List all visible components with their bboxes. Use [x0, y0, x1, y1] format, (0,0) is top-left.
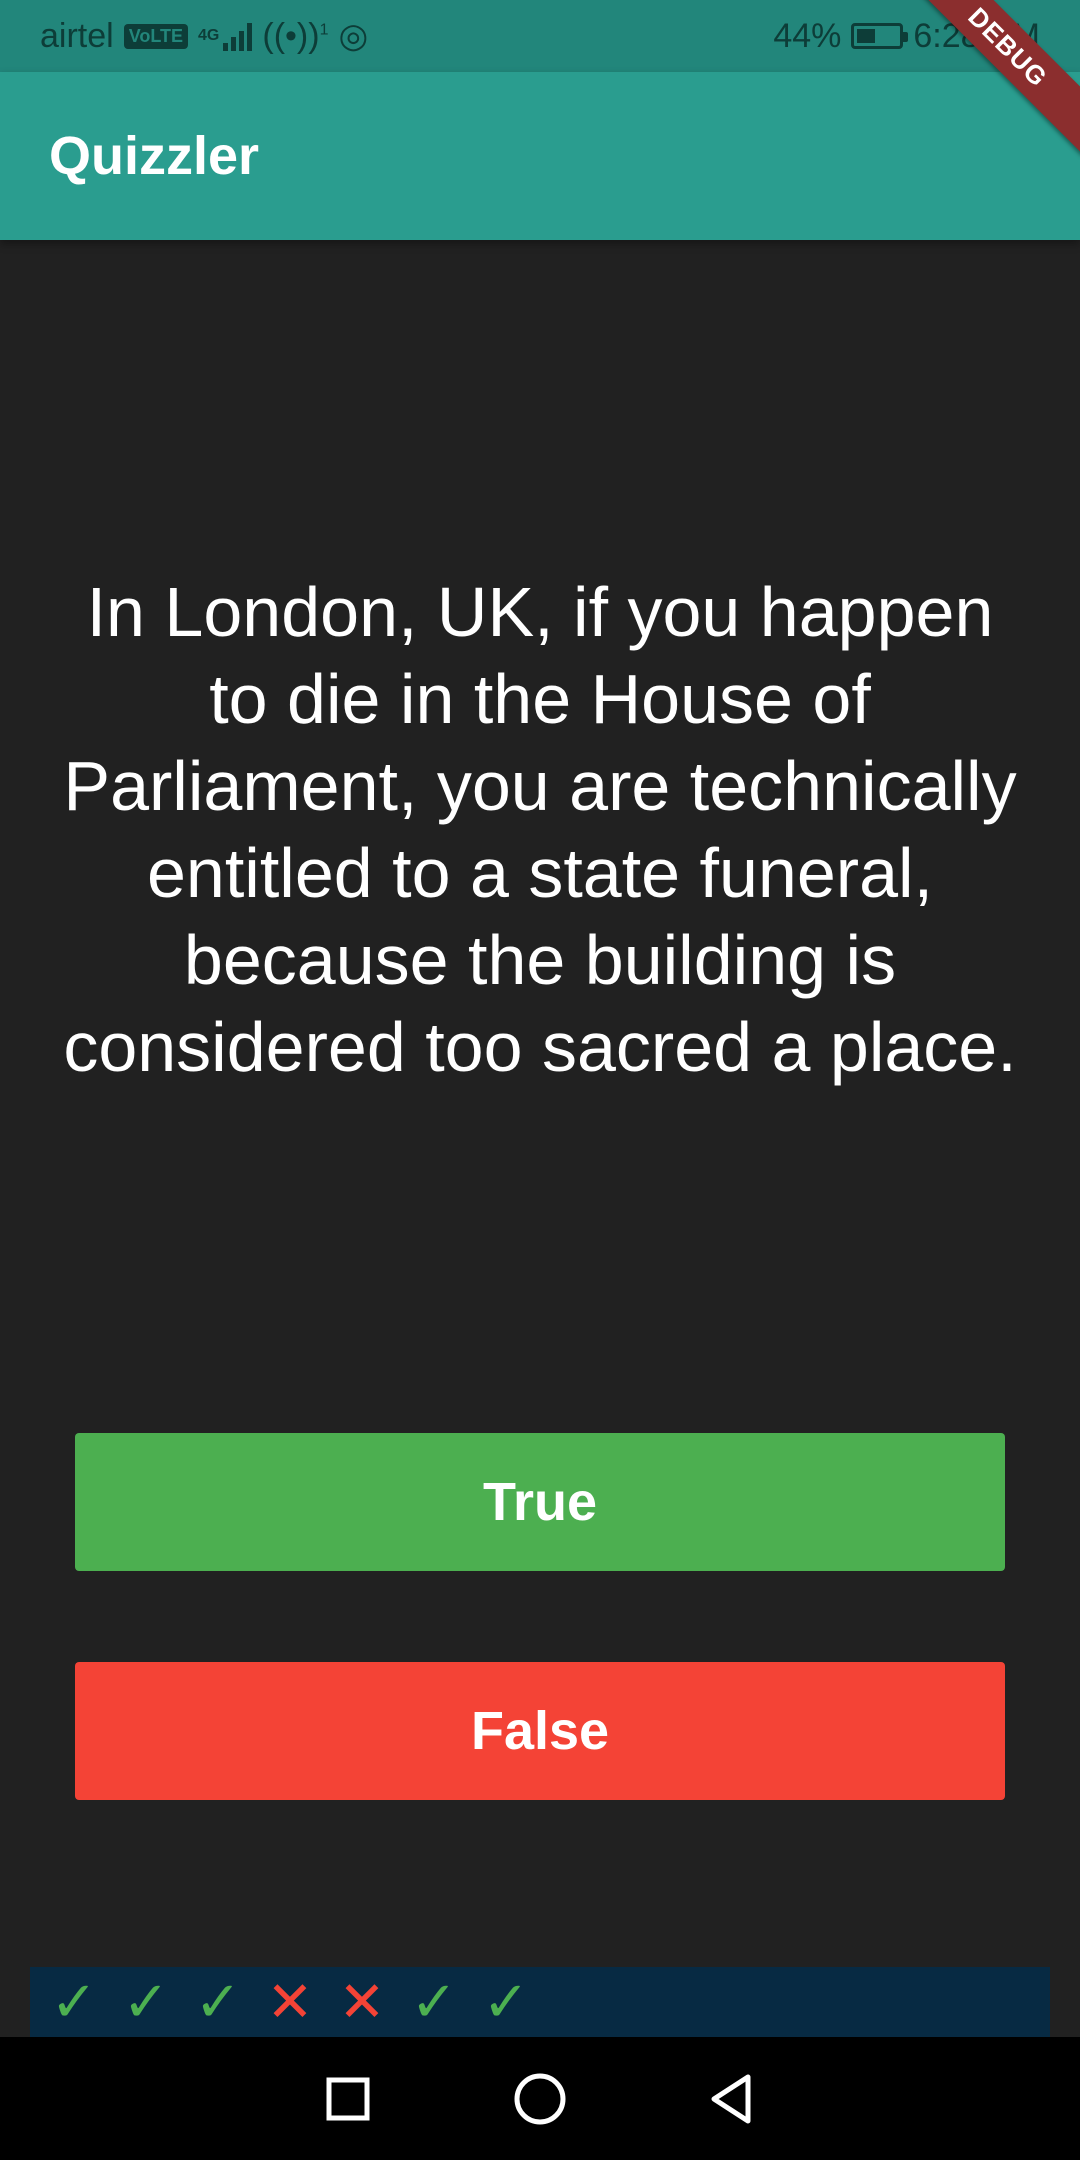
- question-area: In London, UK, if you happen to die in t…: [40, 240, 1040, 1420]
- battery-icon: [851, 23, 909, 49]
- back-button[interactable]: [702, 2069, 762, 2129]
- false-button[interactable]: False: [75, 1662, 1005, 1800]
- hotspot-icon: ((•))1: [262, 16, 329, 55]
- carrier-name: airtel: [40, 16, 114, 55]
- battery-percent: 44%: [773, 16, 842, 55]
- check-icon: ✓: [194, 1970, 242, 2033]
- battery-level: [857, 29, 876, 43]
- network-type: 4G: [198, 27, 220, 44]
- true-button[interactable]: True: [75, 1433, 1005, 1571]
- score-keeper: ✓ ✓ ✓ ✕ ✕ ✓ ✓: [30, 1967, 1050, 2037]
- status-bar: airtel VoLTE 4G ((•))1 ◎ 44% 6:28 PM: [0, 0, 1080, 72]
- check-icon: ✓: [50, 1970, 98, 2033]
- recents-icon: [326, 2077, 370, 2120]
- check-icon: ✓: [122, 1970, 170, 2033]
- close-icon: ✕: [266, 1970, 314, 2033]
- question-text: In London, UK, if you happen to die in t…: [63, 573, 1017, 1086]
- home-icon: [514, 2073, 566, 2124]
- hotspot-count: 1: [319, 21, 329, 39]
- volte-badge: VoLTE: [123, 23, 189, 49]
- navigation-bar: [0, 2037, 1080, 2160]
- close-icon: ✕: [338, 1970, 386, 2033]
- app-title: Quizzler: [49, 126, 260, 186]
- signal-icon: [223, 21, 253, 51]
- check-icon: ✓: [410, 1970, 458, 2033]
- data-saver-icon: ◎: [338, 17, 369, 55]
- recents-button[interactable]: [318, 2069, 378, 2129]
- check-icon: ✓: [482, 1970, 530, 2033]
- back-icon: [711, 2074, 751, 2123]
- app-bar: Quizzler: [0, 72, 1080, 240]
- home-button[interactable]: [510, 2069, 570, 2129]
- status-left: airtel VoLTE 4G ((•))1 ◎: [40, 16, 368, 56]
